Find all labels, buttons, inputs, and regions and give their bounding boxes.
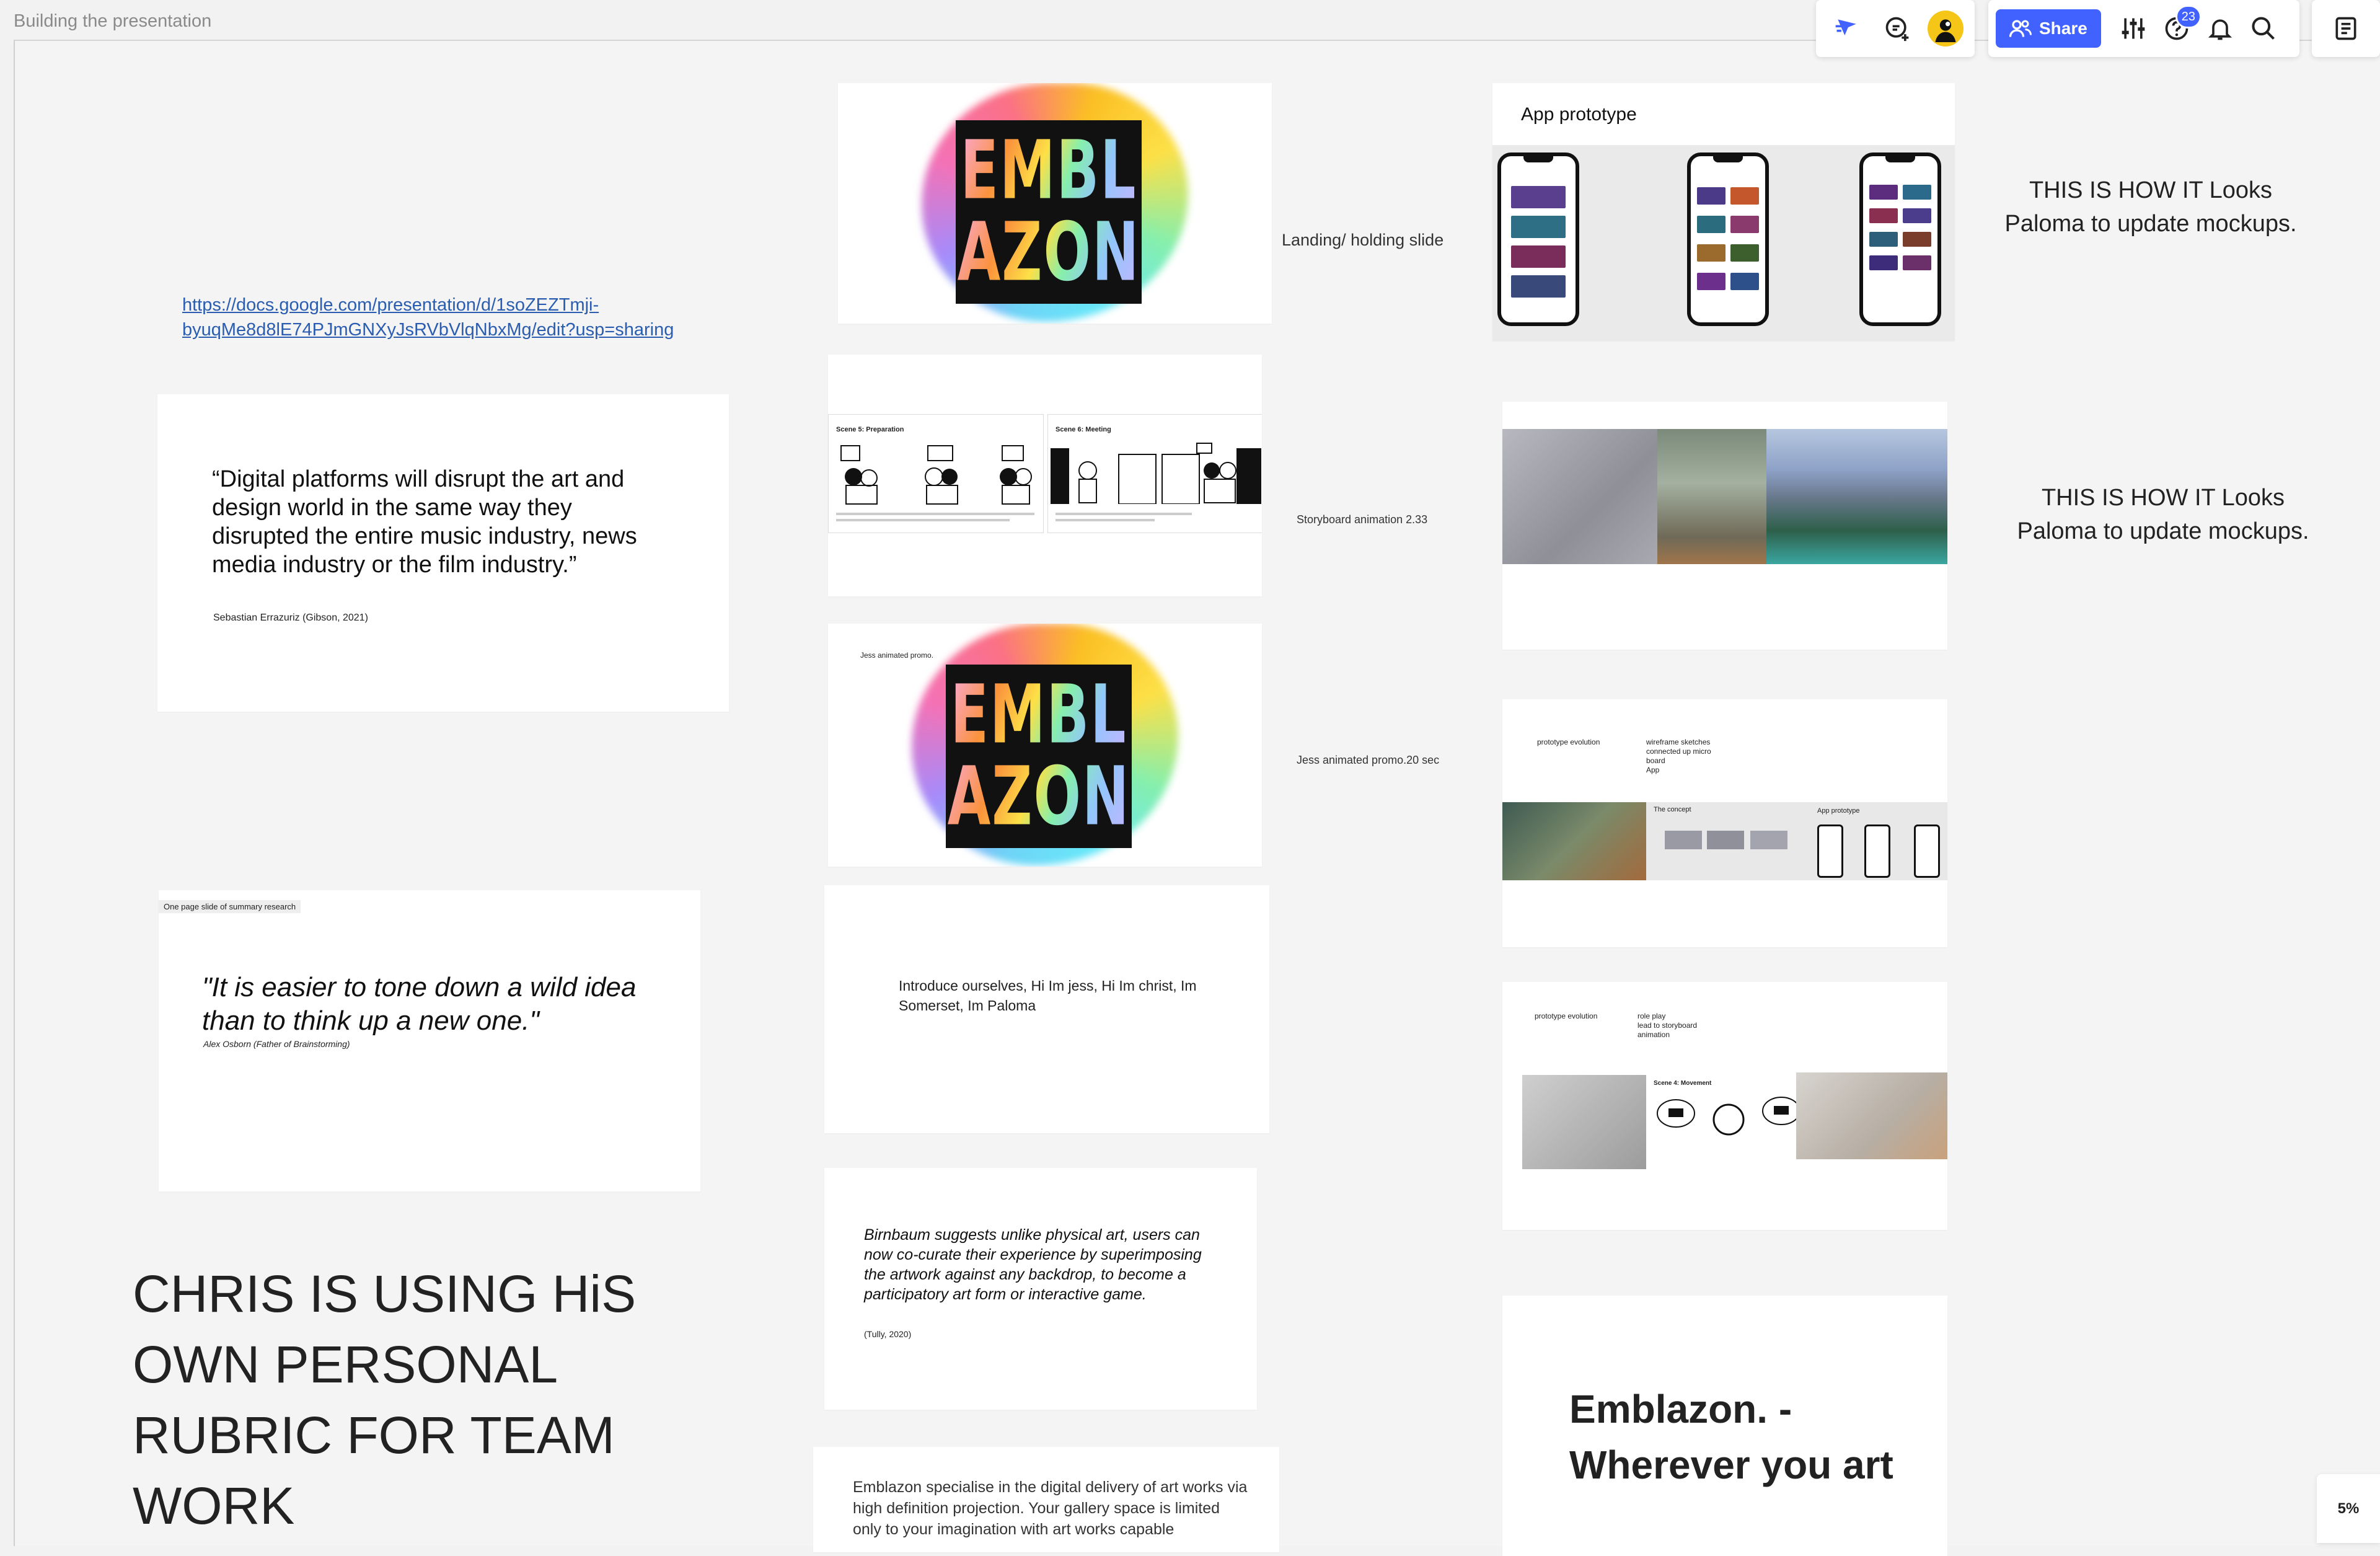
- help-icon[interactable]: 23: [2157, 5, 2202, 48]
- share-people-icon: [2009, 20, 2032, 37]
- photo-projection-room: [1657, 429, 1766, 564]
- storyboard-panel-6: Scene 6: Meeting: [1047, 414, 1262, 533]
- logo-line-2: AZON: [947, 749, 1130, 844]
- emblazon-description-slide[interactable]: Emblazon specialise in the digital deliv…: [813, 1447, 1279, 1552]
- scene-4-sketch: [1657, 1097, 1800, 1136]
- photo-mountain-art: [1766, 429, 1947, 564]
- how-it-looks-note-2[interactable]: THIS IS HOW IT Looks Paloma to update mo…: [1983, 481, 2343, 548]
- logo-line-1: EMBL: [960, 123, 1137, 218]
- avatar[interactable]: [1928, 11, 1963, 46]
- quote-slide-errazuriz[interactable]: “Digital platforms will disrupt the art …: [157, 394, 729, 712]
- presentation-link[interactable]: https://docs.google.com/presentation/d/1…: [182, 293, 715, 342]
- phone-mockup-2: [1687, 153, 1769, 326]
- scene-5-sketch: [840, 445, 1032, 505]
- evolution-notes: wireframe sketches connected up micro boar…: [1646, 738, 1711, 774]
- emblazon-description: Emblazon specialise in the digital deliv…: [853, 1479, 1248, 1538]
- comment-icon[interactable]: [1877, 9, 1917, 48]
- cursor-icon[interactable]: [1827, 9, 1867, 48]
- quote-text: “Digital platforms will disrupt the art …: [212, 466, 637, 578]
- scene-4-title: Scene 4: Movement: [1654, 1080, 1712, 1087]
- promo-caption: Jess animated promo.: [860, 651, 934, 660]
- prototype-evolution-slide-1[interactable]: prototype evolution wireframe sketches co…: [1502, 699, 1947, 947]
- scene-6-title: Scene 6: Meeting: [1056, 426, 1111, 433]
- logo-line-1: EMBL: [950, 667, 1127, 763]
- phone-mockup-3: [1859, 153, 1941, 326]
- quote-author: Sebastian Errazuriz (Gibson, 2021): [213, 612, 368, 623]
- note-line-1: THIS IS HOW IT Looks: [2041, 485, 2285, 511]
- app-prototype-label: App prototype: [1817, 807, 1860, 815]
- note-line-1: THIS IS HOW IT Looks: [2029, 177, 2273, 203]
- board-title[interactable]: Building the presentation: [14, 11, 211, 32]
- notes-panel-button[interactable]: [2312, 0, 2380, 57]
- tagline-line-1: Emblazon. -: [1569, 1387, 1792, 1431]
- note-line-2: Paloma to update mockups.: [2004, 211, 2297, 237]
- storyboard-panel-5: Scene 5: Preparation: [828, 414, 1044, 533]
- evolution-notes: role play lead to storyboard animation: [1637, 1012, 1698, 1039]
- app-prototype-slide[interactable]: App prototype: [1492, 83, 1955, 341]
- search-icon[interactable]: [2244, 9, 2283, 48]
- app-prototype-title: App prototype: [1521, 104, 1637, 125]
- quote-author: Alex Osborn (Father of Brainstorming): [203, 1039, 350, 1049]
- landing-slide[interactable]: EMBL AZON: [838, 83, 1272, 324]
- main-toolbar: Share 23: [1988, 0, 2299, 57]
- phone-mockup-1: [1497, 153, 1579, 326]
- photo-presentation: [1502, 802, 1646, 880]
- quote-text: "It is easier to tone down a wild idea t…: [202, 972, 637, 1036]
- scene-6-sketch: [1051, 436, 1261, 504]
- note-line-2: Paloma to update mockups.: [2017, 518, 2309, 544]
- scene-5-title: Scene 5: Preparation: [836, 426, 904, 433]
- slide-tag: One page slide of summary research: [159, 900, 301, 913]
- emblazon-logo: EMBL AZON: [956, 120, 1142, 304]
- help-notification-badge: 23: [2175, 5, 2202, 29]
- quote-slide-osborn[interactable]: One page slide of summary research "It i…: [159, 890, 700, 1191]
- chris-note[interactable]: CHRIS IS USING HiS OWN PERSONAL RUBRIC F…: [133, 1258, 765, 1541]
- intro-text: Introduce ourselves, Hi Im jess, Hi Im c…: [899, 978, 1197, 1014]
- how-it-looks-note-1[interactable]: THIS IS HOW IT Looks Paloma to update mo…: [1990, 174, 2312, 241]
- birnbaum-cite: (Tully, 2020): [864, 1329, 912, 1339]
- birnbaum-slide[interactable]: Birnbaum suggests unlike physical art, u…: [824, 1168, 1257, 1410]
- tagline-text: Emblazon. - Wherever you art: [1569, 1381, 1893, 1493]
- logo-line-2: AZON: [957, 205, 1140, 300]
- settings-sliders-icon[interactable]: [2113, 9, 2153, 48]
- projection-photos-slide[interactable]: [1502, 402, 1947, 650]
- tagline-slide[interactable]: Emblazon. - Wherever you art: [1502, 1296, 1947, 1556]
- notes-icon[interactable]: [2326, 9, 2366, 48]
- zoom-indicator[interactable]: 5%: [2317, 1474, 2380, 1543]
- link-line-2[interactable]: byuqMe8d8lE74PJmGNXyJsRVbVlqNbxMg/edit?u…: [182, 317, 715, 342]
- photo-sketch-paper: [1522, 1075, 1646, 1169]
- intro-slide[interactable]: Introduce ourselves, Hi Im jess, Hi Im c…: [824, 885, 1269, 1133]
- storyboard-label: Storyboard animation 2.33: [1297, 513, 1428, 526]
- landing-label: Landing/ holding slide: [1282, 231, 1444, 249]
- promo-label: Jess animated promo.20 sec: [1297, 754, 1440, 766]
- photo-hand-sketching: [1796, 1072, 1947, 1159]
- bell-icon[interactable]: [2200, 9, 2240, 48]
- concept-label: The concept: [1654, 806, 1691, 813]
- tagline-line-2: Wherever you art: [1569, 1443, 1893, 1487]
- promo-slide[interactable]: Jess animated promo. EMBL AZON: [828, 624, 1262, 867]
- evolution-label: prototype evolution: [1537, 738, 1600, 746]
- birnbaum-text: Birnbaum suggests unlike physical art, u…: [864, 1226, 1202, 1303]
- link-line-1[interactable]: https://docs.google.com/presentation/d/1…: [182, 293, 715, 317]
- storyboard-slide[interactable]: Scene 5: Preparation Scene 6: Meeting: [828, 355, 1262, 596]
- share-label: Share: [2039, 19, 2087, 38]
- emblazon-logo: EMBL AZON: [946, 665, 1132, 848]
- evolution-label: prototype evolution: [1535, 1012, 1598, 1020]
- prototype-evolution-slide-2[interactable]: prototype evolution role play lead to sto…: [1502, 982, 1947, 1230]
- share-button[interactable]: Share: [1996, 9, 2101, 48]
- collaboration-toolbar: [1816, 0, 1975, 57]
- photo-cards: [1502, 429, 1657, 564]
